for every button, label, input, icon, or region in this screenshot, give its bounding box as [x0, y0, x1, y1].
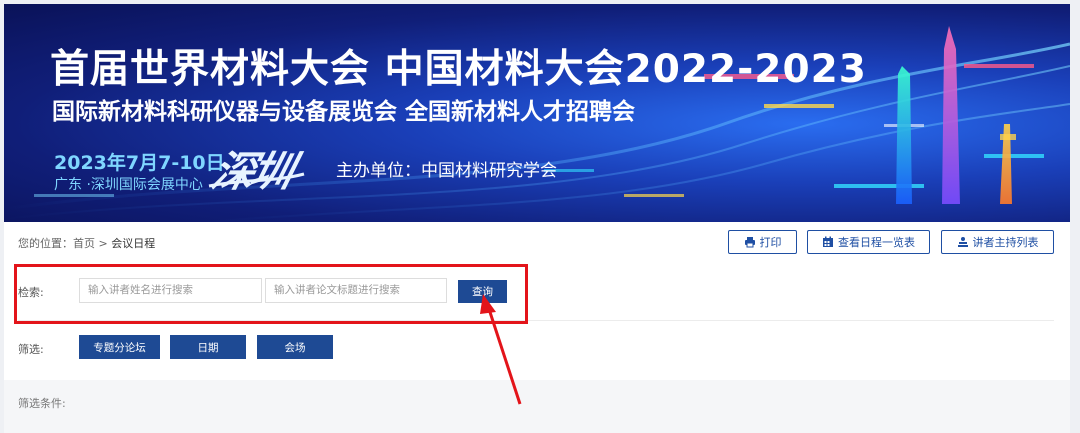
breadcrumb-separator: >: [98, 237, 108, 250]
banner-host: 主办单位：中国材料研究学会: [336, 161, 557, 181]
filter-conditions-label: 筛选条件:: [18, 397, 66, 410]
banner-subtitle: 国际新材料科研仪器与设备展览会 全国新材料人才招聘会: [52, 99, 636, 125]
print-button[interactable]: 打印: [728, 230, 797, 254]
printer-icon: [744, 237, 755, 248]
conference-banner: 首届世界材料大会 中国材料大会2022-2023 国际新材料科研仪器与设备展览会…: [4, 4, 1070, 222]
banner-venue: 广东 ·深圳国际会展中心: [54, 177, 203, 193]
banner-city-calligraphy: 深圳: [207, 147, 296, 196]
highlight-box: [14, 264, 528, 324]
banner-date: 2023年7月7-10日: [54, 152, 225, 174]
print-label: 打印: [759, 236, 782, 249]
filter-venue-button[interactable]: 会场: [257, 335, 333, 359]
breadcrumb-current: 会议日程: [111, 237, 156, 250]
speaker-list-label: 讲者主持列表: [972, 236, 1039, 249]
annotation-arrow-icon: [480, 294, 522, 405]
view-schedule-button[interactable]: 查看日程一览表: [807, 230, 930, 254]
breadcrumb-home[interactable]: 首页: [73, 237, 95, 250]
filter-label: 筛选:: [18, 343, 44, 356]
filter-topic-forum-button[interactable]: 专题分论坛: [79, 335, 160, 359]
breadcrumb: 您的位置：首页 > 会议日程: [18, 235, 155, 251]
calendar-icon: [823, 236, 833, 247]
page: 首届世界材料大会 中国材料大会2022-2023 国际新材料科研仪器与设备展览会…: [4, 4, 1070, 433]
view-schedule-label: 查看日程一览表: [838, 236, 915, 249]
banner-title: 首届世界材料大会 中国材料大会2022-2023: [50, 47, 867, 92]
filter-date-button[interactable]: 日期: [170, 335, 246, 359]
speaker-list-button[interactable]: 讲者主持列表: [941, 230, 1054, 254]
breadcrumb-prefix: 您的位置：: [18, 237, 73, 250]
speaker-podium-icon: [957, 237, 968, 247]
filter-conditions-bar: [4, 380, 1070, 433]
